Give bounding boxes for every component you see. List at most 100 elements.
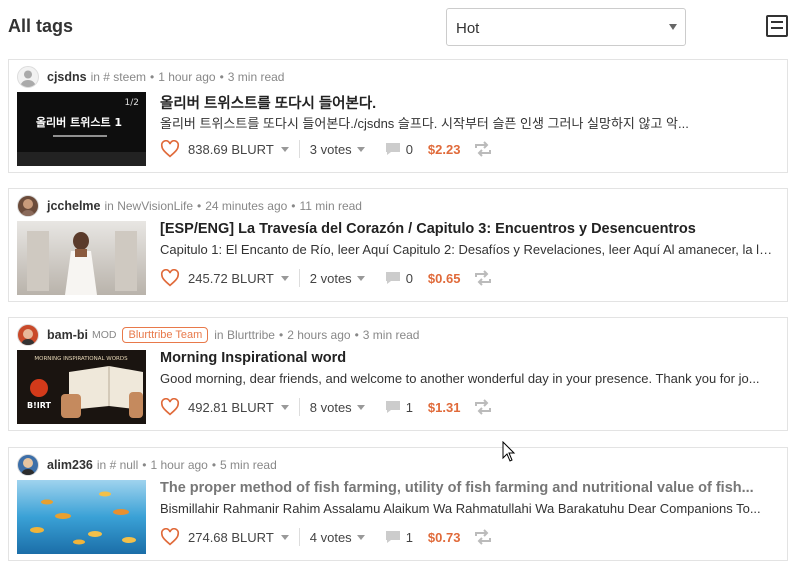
heart-icon[interactable] — [160, 528, 180, 546]
layout-toggle-button[interactable] — [766, 15, 788, 37]
separator: • — [197, 199, 202, 213]
team-badge: Blurttribe Team — [122, 327, 209, 343]
post-title[interactable]: The proper method of fish farming, utili… — [160, 480, 775, 496]
post-footer: 838.69 BLURT 3 votes 0 $2.23 — [160, 138, 492, 160]
thumbnail-text: MORNING INSPIRATIONAL WORDS — [34, 356, 128, 362]
separator: • — [142, 458, 147, 472]
payout-value[interactable]: 492.81 BLURT — [188, 400, 274, 415]
comment-icon[interactable] — [385, 400, 401, 414]
votes-count[interactable]: 4 votes — [310, 530, 352, 545]
post-card: alim236 in # null • 1 hour ago • 5 min r… — [8, 447, 788, 561]
divider — [298, 528, 300, 546]
separator: • — [278, 328, 284, 342]
post-summary[interactable]: 올리버 트위스트를 또다시 들어본다./cjsdns 슬프다. 시작부터 슬픈 … — [160, 113, 775, 132]
thumbnail-badge-text: 1/2 — [125, 98, 139, 108]
payout-value[interactable]: 245.72 BLURT — [188, 271, 274, 286]
community-link[interactable]: Blurttribe — [227, 328, 275, 342]
payout-value[interactable]: 838.69 BLURT — [188, 142, 274, 157]
comment-icon[interactable] — [385, 530, 401, 544]
avatar[interactable] — [17, 66, 39, 88]
comment-count[interactable]: 1 — [406, 530, 413, 545]
post-age[interactable]: 1 hour ago — [158, 70, 215, 84]
mouse-cursor-icon — [502, 441, 516, 462]
comment-count[interactable]: 1 — [406, 400, 413, 415]
post-summary[interactable]: Good morning, dear friends, and welcome … — [160, 371, 775, 386]
separator: • — [211, 458, 217, 472]
post-card: jcchelme in NewVisionLife • 24 minutes a… — [8, 188, 788, 302]
in-label: in — [214, 328, 224, 342]
in-label: in — [90, 70, 100, 84]
divider — [298, 140, 300, 158]
read-time: 11 min read — [299, 199, 362, 213]
reblog-icon[interactable] — [474, 141, 492, 157]
separator: • — [219, 70, 224, 84]
post-footer: 245.72 BLURT 2 votes 0 $0.65 — [160, 267, 492, 289]
post-card: bam-bi MOD Blurttribe Team in Blurttribe… — [8, 317, 788, 431]
chevron-down-icon[interactable] — [356, 146, 365, 152]
post-price: $1.31 — [427, 399, 461, 415]
thumbnail-logo-text: B!IRT — [27, 401, 52, 410]
chevron-down-icon[interactable] — [280, 275, 289, 281]
chevron-down-icon[interactable] — [356, 534, 365, 540]
post-summary[interactable]: Bismillahir Rahmanir Rahim Assalamu Alai… — [160, 501, 775, 516]
post-footer: 274.68 BLURT 4 votes 1 $0.73 — [160, 526, 492, 548]
sort-select[interactable]: Hot — [446, 8, 686, 46]
post-title[interactable]: 올리버 트위스트를 또다시 들어본다. — [160, 92, 775, 113]
read-time: 3 min read — [227, 70, 285, 84]
avatar[interactable] — [17, 454, 39, 476]
comment-icon[interactable] — [385, 271, 401, 285]
mod-label: MOD — [91, 329, 117, 341]
avatar[interactable] — [17, 195, 39, 217]
chevron-down-icon[interactable] — [356, 404, 365, 410]
post-thumbnail[interactable]: 1/2 올리버 트위스트 1 — [17, 92, 146, 166]
post-age[interactable]: 2 hours ago — [287, 328, 350, 342]
post-meta: bam-bi MOD Blurttribe Team in Blurttribe… — [17, 324, 419, 346]
thumbnail-text: 올리버 트위스트 1 — [36, 115, 122, 129]
comment-count[interactable]: 0 — [406, 271, 413, 286]
chevron-down-icon[interactable] — [280, 146, 289, 152]
votes-count[interactable]: 3 votes — [310, 142, 352, 157]
post-age[interactable]: 24 minutes ago — [205, 199, 287, 213]
post-price: $0.73 — [427, 529, 461, 545]
post-thumbnail[interactable]: MORNING INSPIRATIONAL WORDS B!IRT — [17, 350, 146, 424]
post-summary[interactable]: Capitulo 1: El Encanto de Río, leer Aquí… — [160, 242, 775, 257]
page-title: All tags — [8, 16, 74, 36]
votes-count[interactable]: 8 votes — [310, 400, 352, 415]
community-link[interactable]: # steem — [103, 70, 146, 84]
reblog-icon[interactable] — [474, 270, 492, 286]
post-title[interactable]: [ESP/ENG] La Travesía del Corazón / Capi… — [160, 221, 775, 237]
post-price: $0.65 — [427, 270, 461, 286]
chevron-down-icon[interactable] — [280, 404, 289, 410]
reblog-icon[interactable] — [474, 399, 492, 415]
post-thumbnail[interactable] — [17, 221, 146, 295]
community-link[interactable]: NewVisionLife — [117, 199, 193, 213]
chevron-down-icon[interactable] — [356, 275, 365, 281]
reblog-icon[interactable] — [474, 529, 492, 545]
avatar[interactable] — [17, 324, 39, 346]
author-link[interactable]: cjsdns — [47, 70, 87, 84]
payout-value[interactable]: 274.68 BLURT — [188, 530, 274, 545]
separator: • — [149, 70, 155, 84]
post-title[interactable]: Morning Inspirational word — [160, 350, 775, 366]
list-icon — [771, 21, 783, 23]
author-link[interactable]: jcchelme — [47, 199, 101, 213]
heart-icon[interactable] — [160, 398, 180, 416]
votes-count[interactable]: 2 votes — [310, 271, 352, 286]
comment-icon[interactable] — [385, 142, 401, 156]
author-link[interactable]: bam-bi — [47, 328, 88, 342]
post-age[interactable]: 1 hour ago — [150, 458, 207, 472]
divider — [298, 398, 300, 416]
comment-count[interactable]: 0 — [406, 142, 413, 157]
post-thumbnail[interactable] — [17, 480, 146, 554]
in-label: in — [96, 458, 107, 472]
read-time: 5 min read — [220, 458, 277, 472]
chevron-down-icon[interactable] — [280, 534, 289, 540]
heart-icon[interactable] — [160, 140, 180, 158]
heart-icon[interactable] — [160, 269, 180, 287]
chevron-down-icon — [669, 24, 677, 30]
post-footer: 492.81 BLURT 8 votes 1 $1.31 — [160, 396, 492, 418]
author-link[interactable]: alim236 — [47, 458, 93, 472]
community-link[interactable]: # null — [110, 458, 139, 472]
post-price: $2.23 — [427, 141, 461, 157]
separator: • — [354, 328, 359, 342]
